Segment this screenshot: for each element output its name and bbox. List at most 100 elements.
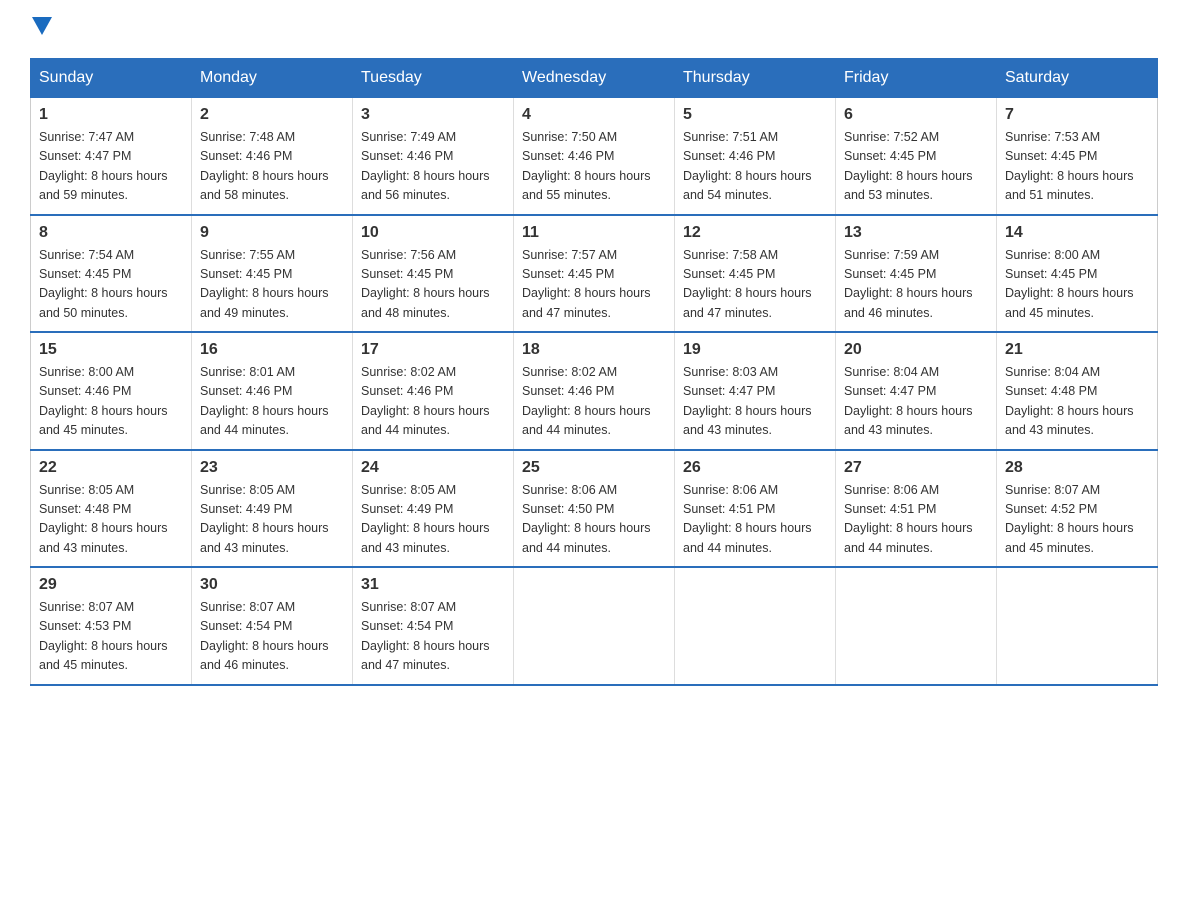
day-cell: 14 Sunrise: 8:00 AMSunset: 4:45 PMDayligh… xyxy=(997,215,1158,333)
week-row-5: 29Sunrise: 8:07 AMSunset: 4:53 PMDayligh… xyxy=(31,567,1158,685)
day-info: Sunrise: 8:06 AMSunset: 4:51 PMDaylight:… xyxy=(844,481,988,559)
day-number: 11 xyxy=(522,224,666,242)
day-number: 13 xyxy=(844,224,988,242)
day-cell: 18 Sunrise: 8:02 AMSunset: 4:46 PMDayligh… xyxy=(514,332,675,450)
day-info: Sunrise: 8:07 AMSunset: 4:54 PMDaylight:… xyxy=(361,598,505,676)
day-number: 25 xyxy=(522,459,666,477)
day-info: Sunrise: 8:06 AMSunset: 4:50 PMDaylight:… xyxy=(522,481,666,559)
day-cell xyxy=(836,567,997,685)
day-number: 31 xyxy=(361,576,505,594)
day-number: 6 xyxy=(844,106,988,124)
week-row-3: 15Sunrise: 8:00 AMSunset: 4:46 PMDayligh… xyxy=(31,332,1158,450)
day-cell: 28 Sunrise: 8:07 AMSunset: 4:52 PMDayligh… xyxy=(997,450,1158,568)
day-info: Sunrise: 8:05 AMSunset: 4:49 PMDaylight:… xyxy=(361,481,505,559)
day-number: 2 xyxy=(200,106,344,124)
day-info: Sunrise: 8:07 AMSunset: 4:54 PMDaylight:… xyxy=(200,598,344,676)
day-cell xyxy=(997,567,1158,685)
day-number: 9 xyxy=(200,224,344,242)
day-info: Sunrise: 8:04 AMSunset: 4:47 PMDaylight:… xyxy=(844,363,988,441)
day-number: 21 xyxy=(1005,341,1149,359)
day-number: 17 xyxy=(361,341,505,359)
day-number: 16 xyxy=(200,341,344,359)
day-info: Sunrise: 7:57 AMSunset: 4:45 PMDaylight:… xyxy=(522,246,666,324)
page-header xyxy=(30,20,1158,38)
weekday-header-sunday: Sunday xyxy=(31,59,192,98)
logo xyxy=(30,20,52,38)
day-cell: 17Sunrise: 8:02 AMSunset: 4:46 PMDayligh… xyxy=(353,332,514,450)
day-cell: 5 Sunrise: 7:51 AMSunset: 4:46 PMDaylight… xyxy=(675,98,836,215)
day-cell: 20Sunrise: 8:04 AMSunset: 4:47 PMDayligh… xyxy=(836,332,997,450)
day-cell: 1 Sunrise: 7:47 AMSunset: 4:47 PMDaylight… xyxy=(31,98,192,215)
day-cell: 22 Sunrise: 8:05 AMSunset: 4:48 PMDayligh… xyxy=(31,450,192,568)
day-info: Sunrise: 7:56 AMSunset: 4:45 PMDaylight:… xyxy=(361,246,505,324)
day-number: 12 xyxy=(683,224,827,242)
day-cell: 30 Sunrise: 8:07 AMSunset: 4:54 PMDayligh… xyxy=(192,567,353,685)
day-number: 24 xyxy=(361,459,505,477)
day-cell: 9 Sunrise: 7:55 AMSunset: 4:45 PMDaylight… xyxy=(192,215,353,333)
day-number: 26 xyxy=(683,459,827,477)
day-number: 14 xyxy=(1005,224,1149,242)
day-cell: 26 Sunrise: 8:06 AMSunset: 4:51 PMDayligh… xyxy=(675,450,836,568)
day-cell: 24 Sunrise: 8:05 AMSunset: 4:49 PMDayligh… xyxy=(353,450,514,568)
day-cell: 21 Sunrise: 8:04 AMSunset: 4:48 PMDayligh… xyxy=(997,332,1158,450)
day-info: Sunrise: 8:00 AMSunset: 4:46 PMDaylight:… xyxy=(39,363,183,441)
weekday-header-monday: Monday xyxy=(192,59,353,98)
day-info: Sunrise: 8:07 AMSunset: 4:52 PMDaylight:… xyxy=(1005,481,1149,559)
day-cell: 31 Sunrise: 8:07 AMSunset: 4:54 PMDayligh… xyxy=(353,567,514,685)
day-cell: 25 Sunrise: 8:06 AMSunset: 4:50 PMDayligh… xyxy=(514,450,675,568)
day-number: 10 xyxy=(361,224,505,242)
day-info: Sunrise: 7:47 AMSunset: 4:47 PMDaylight:… xyxy=(39,128,183,206)
day-number: 3 xyxy=(361,106,505,124)
day-info: Sunrise: 8:05 AMSunset: 4:49 PMDaylight:… xyxy=(200,481,344,559)
day-cell: 13Sunrise: 7:59 AMSunset: 4:45 PMDayligh… xyxy=(836,215,997,333)
day-cell: 19 Sunrise: 8:03 AMSunset: 4:47 PMDayligh… xyxy=(675,332,836,450)
day-cell: 3Sunrise: 7:49 AMSunset: 4:46 PMDaylight… xyxy=(353,98,514,215)
day-info: Sunrise: 7:54 AMSunset: 4:45 PMDaylight:… xyxy=(39,246,183,324)
day-info: Sunrise: 7:53 AMSunset: 4:45 PMDaylight:… xyxy=(1005,128,1149,206)
day-number: 30 xyxy=(200,576,344,594)
week-row-2: 8Sunrise: 7:54 AMSunset: 4:45 PMDaylight… xyxy=(31,215,1158,333)
day-cell: 7Sunrise: 7:53 AMSunset: 4:45 PMDaylight… xyxy=(997,98,1158,215)
day-info: Sunrise: 8:01 AMSunset: 4:46 PMDaylight:… xyxy=(200,363,344,441)
day-info: Sunrise: 8:03 AMSunset: 4:47 PMDaylight:… xyxy=(683,363,827,441)
day-cell: 12 Sunrise: 7:58 AMSunset: 4:45 PMDayligh… xyxy=(675,215,836,333)
day-info: Sunrise: 7:55 AMSunset: 4:45 PMDaylight:… xyxy=(200,246,344,324)
day-number: 23 xyxy=(200,459,344,477)
day-number: 27 xyxy=(844,459,988,477)
day-cell: 8Sunrise: 7:54 AMSunset: 4:45 PMDaylight… xyxy=(31,215,192,333)
weekday-header-tuesday: Tuesday xyxy=(353,59,514,98)
day-info: Sunrise: 8:07 AMSunset: 4:53 PMDaylight:… xyxy=(39,598,183,676)
day-cell: 4 Sunrise: 7:50 AMSunset: 4:46 PMDaylight… xyxy=(514,98,675,215)
day-cell: 27 Sunrise: 8:06 AMSunset: 4:51 PMDayligh… xyxy=(836,450,997,568)
day-info: Sunrise: 8:00 AMSunset: 4:45 PMDaylight:… xyxy=(1005,246,1149,324)
day-info: Sunrise: 7:58 AMSunset: 4:45 PMDaylight:… xyxy=(683,246,827,324)
weekday-header-saturday: Saturday xyxy=(997,59,1158,98)
day-info: Sunrise: 7:52 AMSunset: 4:45 PMDaylight:… xyxy=(844,128,988,206)
day-cell xyxy=(514,567,675,685)
day-number: 1 xyxy=(39,106,183,124)
day-cell: 2Sunrise: 7:48 AMSunset: 4:46 PMDaylight… xyxy=(192,98,353,215)
day-info: Sunrise: 7:50 AMSunset: 4:46 PMDaylight:… xyxy=(522,128,666,206)
day-number: 19 xyxy=(683,341,827,359)
day-number: 4 xyxy=(522,106,666,124)
day-cell: 23 Sunrise: 8:05 AMSunset: 4:49 PMDayligh… xyxy=(192,450,353,568)
week-row-1: 1 Sunrise: 7:47 AMSunset: 4:47 PMDaylight… xyxy=(31,98,1158,215)
day-info: Sunrise: 7:51 AMSunset: 4:46 PMDaylight:… xyxy=(683,128,827,206)
day-info: Sunrise: 8:05 AMSunset: 4:48 PMDaylight:… xyxy=(39,481,183,559)
day-cell: 15Sunrise: 8:00 AMSunset: 4:46 PMDayligh… xyxy=(31,332,192,450)
calendar-header: SundayMondayTuesdayWednesdayThursdayFrid… xyxy=(31,59,1158,98)
day-number: 22 xyxy=(39,459,183,477)
calendar-body: 1 Sunrise: 7:47 AMSunset: 4:47 PMDaylight… xyxy=(31,98,1158,685)
day-cell: 16 Sunrise: 8:01 AMSunset: 4:46 PMDayligh… xyxy=(192,332,353,450)
day-number: 18 xyxy=(522,341,666,359)
day-cell: 11 Sunrise: 7:57 AMSunset: 4:45 PMDayligh… xyxy=(514,215,675,333)
day-info: Sunrise: 8:02 AMSunset: 4:46 PMDaylight:… xyxy=(522,363,666,441)
weekday-header-wednesday: Wednesday xyxy=(514,59,675,98)
day-number: 28 xyxy=(1005,459,1149,477)
calendar-table: SundayMondayTuesdayWednesdayThursdayFrid… xyxy=(30,58,1158,686)
weekday-header-thursday: Thursday xyxy=(675,59,836,98)
day-info: Sunrise: 8:06 AMSunset: 4:51 PMDaylight:… xyxy=(683,481,827,559)
day-number: 5 xyxy=(683,106,827,124)
week-row-4: 22 Sunrise: 8:05 AMSunset: 4:48 PMDayligh… xyxy=(31,450,1158,568)
day-info: Sunrise: 8:04 AMSunset: 4:48 PMDaylight:… xyxy=(1005,363,1149,441)
